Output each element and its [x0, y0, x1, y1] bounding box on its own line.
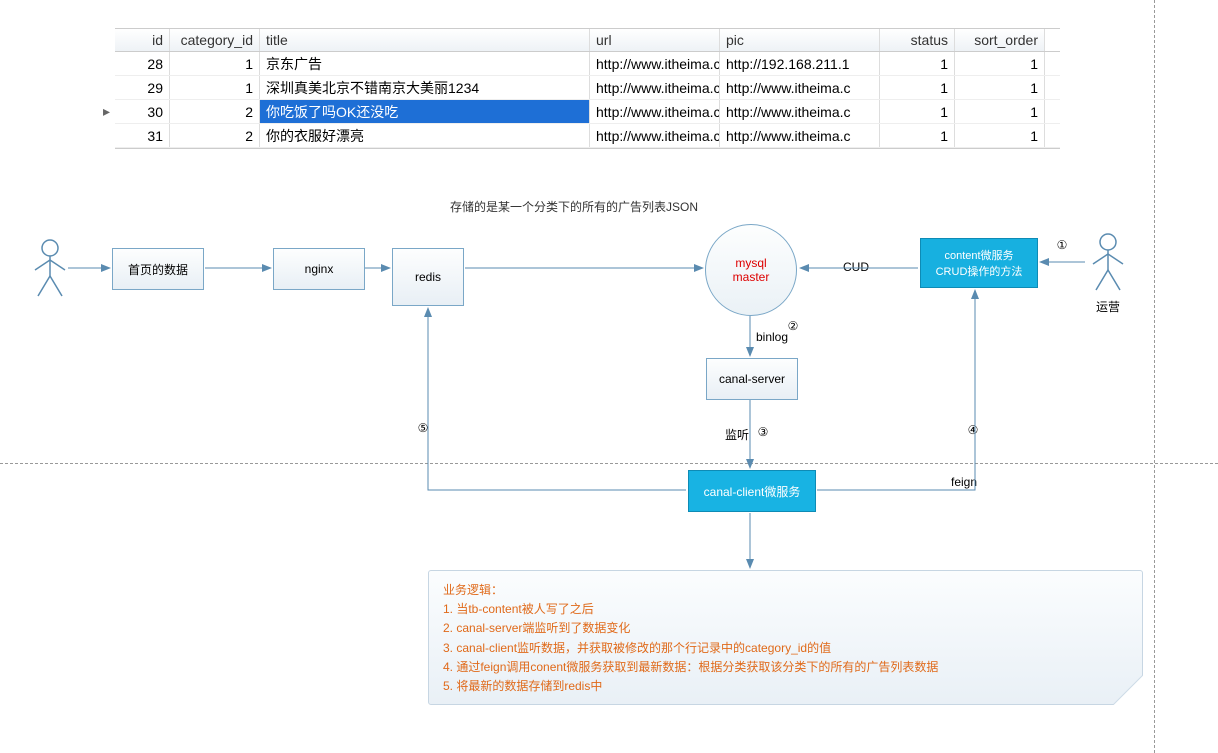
cell-title: 深圳真美北京不错南京大美丽1234	[260, 76, 590, 99]
node-label: mysql master	[733, 256, 770, 284]
step-2: ②	[786, 320, 800, 334]
cell-url: http://www.itheima.c	[590, 124, 720, 147]
label-binlog: binlog	[756, 330, 788, 344]
cell-sort: 1	[955, 52, 1045, 75]
step-3: ③	[756, 426, 770, 440]
cell-category: 2	[170, 124, 260, 147]
label-cud: CUD	[843, 260, 869, 274]
cell-status: 1	[880, 76, 955, 99]
cell-category: 1	[170, 76, 260, 99]
col-title: title	[260, 29, 590, 51]
table-row[interactable]: 29 1 深圳真美北京不错南京大美丽1234 http://www.itheim…	[115, 76, 1060, 100]
cell-pic: http://192.168.211.1	[720, 52, 880, 75]
cell-title: 你的衣服好漂亮	[260, 124, 590, 147]
actor-user-icon	[30, 238, 70, 298]
cell-url: http://www.itheima.c	[590, 100, 720, 123]
cell-title: 京东广告	[260, 52, 590, 75]
cell-url: http://www.itheima.c	[590, 52, 720, 75]
note-line: 5. 将最新的数据存储到redis中	[443, 677, 1128, 696]
cell-status: 1	[880, 124, 955, 147]
cell-pic: http://www.itheima.c	[720, 100, 880, 123]
label-feign: feign	[951, 475, 977, 489]
step-1: ①	[1055, 239, 1069, 253]
col-pic: pic	[720, 29, 880, 51]
table-header-row: id category_id title url pic status sort…	[115, 28, 1060, 52]
step-4: ④	[966, 424, 980, 438]
col-category_id: category_id	[170, 29, 260, 51]
node-label: canal-server	[719, 372, 785, 386]
cell-url: http://www.itheima.c	[590, 76, 720, 99]
node-content-service[interactable]: content微服务 CRUD操作的方法	[920, 238, 1038, 288]
node-label: canal-client微服务	[704, 483, 801, 500]
note-line: 3. canal-client监听数据，并获取被修改的那个行记录中的catego…	[443, 639, 1128, 658]
cell-pic: http://www.itheima.c	[720, 76, 880, 99]
node-canal-server[interactable]: canal-server	[706, 358, 798, 400]
cell-status: 1	[880, 52, 955, 75]
col-sort_order: sort_order	[955, 29, 1045, 51]
col-id: id	[115, 29, 170, 51]
step-5: ⑤	[416, 422, 430, 436]
cell-pic: http://www.itheima.c	[720, 124, 880, 147]
row-indicator-icon: ▸	[103, 103, 110, 120]
col-url: url	[590, 29, 720, 51]
cell-title: 你吃饭了吗OK还没吃	[260, 100, 590, 123]
dashed-horizontal	[0, 463, 1218, 464]
business-logic-note: 业务逻辑： 1. 当tb-content被人写了之后 2. canal-serv…	[428, 570, 1143, 705]
node-redis[interactable]: redis	[392, 248, 464, 306]
node-home-data[interactable]: 首页的数据	[112, 248, 204, 290]
note-line: 2. canal-server端监听到了数据变化	[443, 619, 1128, 638]
note-line: 1. 当tb-content被人写了之后	[443, 600, 1128, 619]
data-table: id category_id title url pic status sort…	[115, 28, 1060, 149]
cell-id: 28	[115, 52, 170, 75]
actor-operator-icon	[1088, 232, 1128, 292]
diagram-caption: 存储的是某一个分类下的所有的广告列表JSON	[450, 198, 698, 215]
label-listen: 监听	[725, 426, 749, 443]
cell-category: 1	[170, 52, 260, 75]
cell-id: 31	[115, 124, 170, 147]
table-body: 28 1 京东广告 http://www.itheima.c http://19…	[115, 52, 1060, 149]
dashed-vertical	[1154, 0, 1155, 753]
node-label: redis	[415, 270, 441, 284]
cell-status: 1	[880, 100, 955, 123]
cell-sort: 1	[955, 100, 1045, 123]
note-title: 业务逻辑：	[443, 581, 1128, 600]
note-line: 4. 通过feign调用conent微服务获取到最新数据：根据分类获取该分类下的…	[443, 658, 1128, 677]
cell-sort: 1	[955, 124, 1045, 147]
cell-category: 2	[170, 100, 260, 123]
actor-operator-label: 运营	[1083, 298, 1133, 315]
cell-id: 29	[115, 76, 170, 99]
table-row[interactable]: 31 2 你的衣服好漂亮 http://www.itheima.c http:/…	[115, 124, 1060, 148]
node-label: nginx	[305, 262, 334, 276]
col-status: status	[880, 29, 955, 51]
node-nginx[interactable]: nginx	[273, 248, 365, 290]
cell-sort: 1	[955, 76, 1045, 99]
table-row[interactable]: ▸ 30 2 你吃饭了吗OK还没吃 http://www.itheima.c h…	[115, 100, 1060, 124]
cell-id: 30	[115, 100, 170, 123]
node-label: content微服务 CRUD操作的方法	[936, 247, 1023, 279]
table-row[interactable]: 28 1 京东广告 http://www.itheima.c http://19…	[115, 52, 1060, 76]
node-mysql[interactable]: mysql master	[705, 224, 797, 316]
node-canal-client[interactable]: canal-client微服务	[688, 470, 816, 512]
node-label: 首页的数据	[128, 261, 188, 278]
